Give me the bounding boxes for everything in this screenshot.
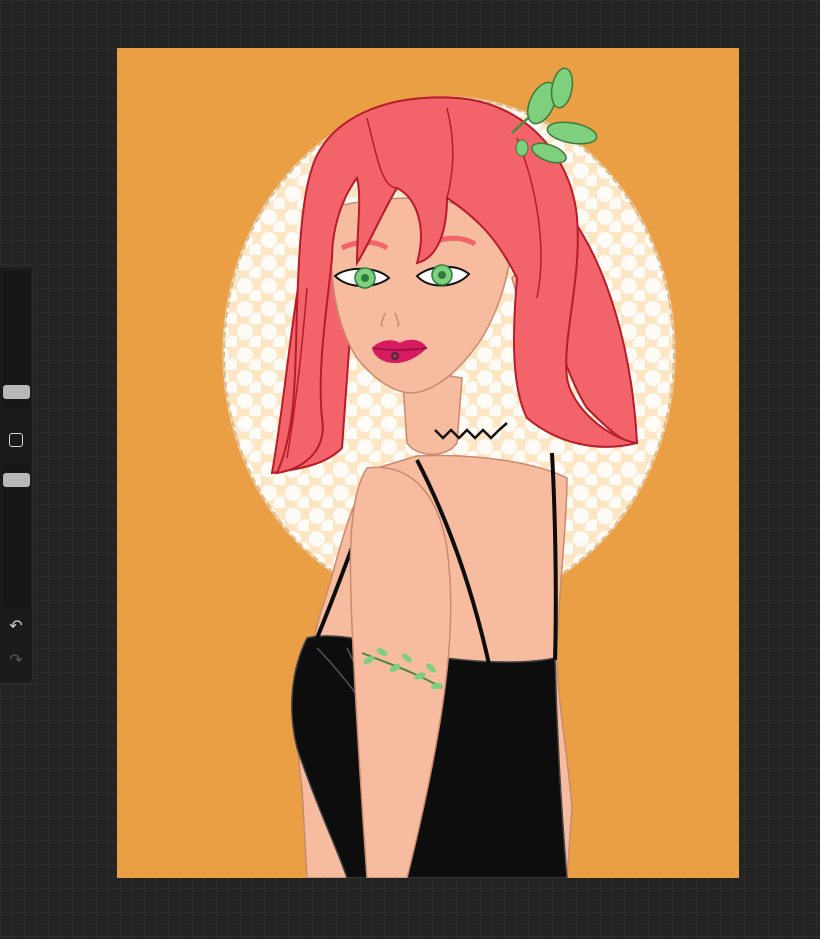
artwork-illustration — [222, 67, 676, 878]
modify-button[interactable] — [9, 433, 23, 447]
brush-sidebar: ↶ ↷ — [0, 266, 33, 684]
undo-button[interactable]: ↶ — [6, 617, 26, 637]
redo-icon: ↷ — [9, 652, 23, 669]
brush-size-slider[interactable] — [3, 271, 30, 407]
drawing-canvas[interactable] — [117, 48, 739, 878]
opacity-slider[interactable] — [3, 465, 30, 608]
brush-size-handle[interactable] — [3, 385, 30, 399]
redo-button[interactable]: ↷ — [6, 651, 26, 671]
opacity-handle[interactable] — [3, 473, 30, 487]
undo-icon: ↶ — [9, 618, 23, 635]
